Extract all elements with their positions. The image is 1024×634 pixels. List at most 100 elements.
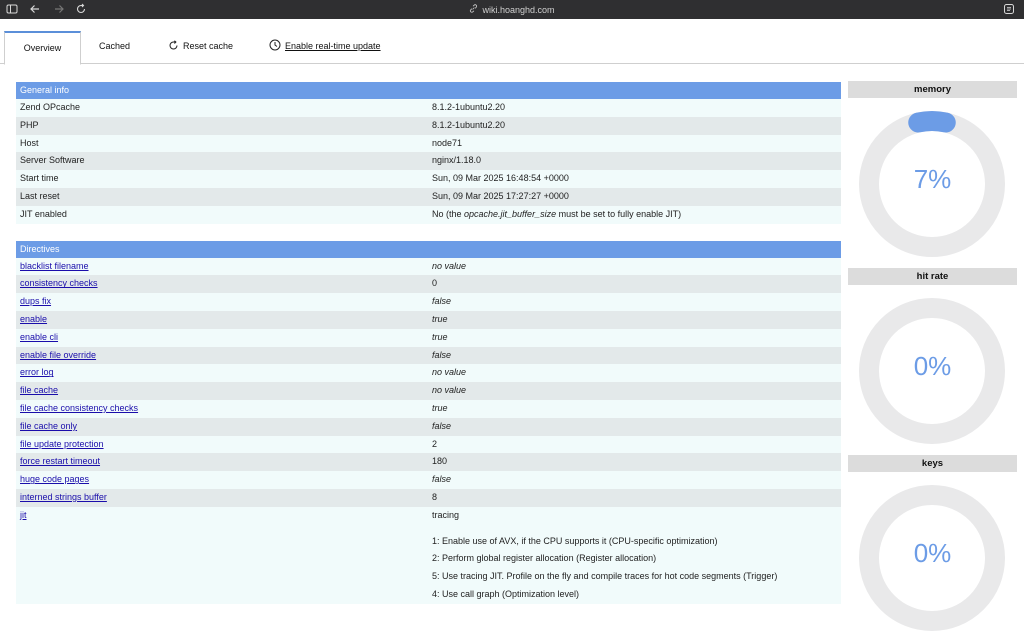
- directives-header: Directives: [16, 240, 841, 258]
- general-row-value: node71: [432, 137, 463, 148]
- reader-mode-icon[interactable]: [1003, 3, 1015, 15]
- tab-cached-label: Cached: [99, 41, 131, 51]
- reset-cache-button[interactable]: Reset cache: [168, 31, 233, 62]
- directive-value: tracing: [432, 509, 460, 520]
- directive-link[interactable]: file update protection: [20, 439, 104, 449]
- directives-rows: blacklist filename no value consistency ch…: [16, 257, 841, 525]
- directive-value: false: [432, 474, 452, 485]
- directive-row: consistency checks 0: [16, 275, 841, 294]
- directive-link[interactable]: file cache consistency checks: [20, 403, 138, 413]
- jit-enabled-suffix: must be set to fully enable JIT): [556, 208, 682, 219]
- directive-link[interactable]: enable file override: [20, 350, 96, 360]
- general-info-header: General info: [16, 82, 841, 99]
- directive-row: blacklist filename no value: [16, 257, 841, 276]
- tab-bar: Overview Cached Reset cache Enable real-…: [0, 19, 1024, 65]
- directive-value: false: [432, 420, 452, 431]
- general-row: JIT enabled No (the opcache.jit_buffer_si…: [16, 205, 841, 224]
- realtime-update-toggle[interactable]: Enable real-time update: [269, 31, 381, 62]
- tab-overview-label: Overview: [23, 43, 62, 53]
- general-row-value: nginx/1.18.0: [432, 155, 482, 166]
- directive-row: enable cli true: [16, 328, 841, 347]
- general-row-key: JIT enabled: [20, 208, 67, 219]
- directive-value: true: [432, 331, 448, 342]
- directive-row: file cache only false: [16, 417, 841, 436]
- jit-detail-line: 4: Use call graph (Optimization level): [432, 588, 580, 599]
- general-row-key: Server Software: [20, 155, 85, 166]
- general-row: Server Software nginx/1.18.0: [16, 152, 841, 171]
- directive-value: 2: [432, 438, 438, 449]
- general-row: Host node71: [16, 134, 841, 153]
- directive-value: true: [432, 313, 448, 324]
- directive-value: 0: [432, 278, 438, 289]
- general-info-rows: Zend OPcache 8.1.2-1ubuntu2.20 PHP 8.1.2-1u…: [16, 99, 841, 224]
- tab-cached[interactable]: Cached: [99, 31, 130, 62]
- directive-link[interactable]: jit: [20, 510, 27, 520]
- general-row: Last reset Sun, 09 Mar 2025 17:27:27 +000…: [16, 187, 841, 206]
- clock-icon: [269, 39, 281, 51]
- directive-link[interactable]: enable cli: [20, 332, 58, 342]
- keys-title: keys: [848, 455, 1017, 472]
- directive-row: error log no value: [16, 364, 841, 383]
- directive-row: dups fix false: [16, 293, 841, 311]
- general-row-value: 8.1.2-1ubuntu2.20: [432, 102, 506, 112]
- hit-rate-widget: hit rate 0%: [848, 268, 1017, 447]
- jit-buffer-setting: opcache.jit_buffer_size: [464, 208, 557, 219]
- keys-widget: keys 0%: [848, 455, 1017, 634]
- memory-widget: memory 7%: [848, 81, 1017, 260]
- directive-link[interactable]: dups fix: [20, 296, 51, 306]
- general-row-key: Start time: [20, 173, 59, 184]
- tab-overview[interactable]: Overview: [4, 31, 81, 65]
- address-bar[interactable]: wiki.hoanghd.com: [0, 4, 1024, 15]
- general-row: Start time Sun, 09 Mar 2025 16:48:54 +000…: [16, 170, 841, 188]
- directive-link[interactable]: error log: [20, 367, 54, 377]
- directive-value: false: [432, 296, 452, 307]
- realtime-update-label: Enable real-time update: [285, 41, 381, 51]
- hit-rate-title: hit rate: [848, 268, 1017, 285]
- link-icon: [470, 4, 478, 13]
- directive-link[interactable]: huge code pages: [20, 474, 89, 484]
- general-row-key: Host: [20, 137, 39, 148]
- directive-link[interactable]: interned strings buffer: [20, 492, 107, 502]
- general-row-key: PHP: [20, 119, 39, 130]
- directive-value: false: [432, 349, 452, 360]
- general-row-value: 8.1.2-1ubuntu2.20: [432, 119, 506, 130]
- url-text: wiki.hoanghd.com: [482, 5, 555, 15]
- directive-link[interactable]: file cache only: [20, 421, 77, 431]
- directive-value: 180: [432, 456, 448, 467]
- directive-link[interactable]: consistency checks: [20, 278, 98, 288]
- directive-link[interactable]: force restart timeout: [20, 456, 100, 466]
- directive-row: file cache consistency checks true: [16, 399, 841, 418]
- general-row: Zend OPcache 8.1.2-1ubuntu2.20: [16, 99, 841, 117]
- jit-detail-line: 2: Perform global register allocation (R…: [432, 553, 657, 564]
- general-row-value: Sun, 09 Mar 2025 16:48:54 +0000: [432, 173, 569, 184]
- directive-link[interactable]: blacklist filename: [20, 261, 89, 271]
- memory-title: memory: [848, 81, 1017, 98]
- jit-detail-line: 1: Enable use of AVX, if the CPU support…: [432, 535, 718, 546]
- general-row-value: Sun, 09 Mar 2025 17:27:27 +0000: [432, 190, 569, 201]
- general-row: PHP 8.1.2-1ubuntu2.20: [16, 116, 841, 135]
- directive-value: no value: [432, 385, 467, 396]
- keys-percent: 0%: [913, 538, 952, 568]
- directive-row: force restart timeout 180: [16, 453, 841, 472]
- general-row-key: Zend OPcache: [20, 102, 81, 112]
- directive-row: huge code pages false: [16, 471, 841, 489]
- directive-row: enable file override false: [16, 346, 841, 365]
- hit-rate-percent: 0%: [913, 351, 952, 381]
- directive-value: 8: [432, 491, 438, 502]
- gauge-fill: [908, 111, 956, 133]
- directive-link[interactable]: file cache: [20, 385, 58, 395]
- directive-value: true: [432, 402, 448, 413]
- browser-toolbar: wiki.hoanghd.com: [0, 0, 1024, 19]
- reset-icon: [169, 40, 178, 50]
- jit-enabled-prefix: No (the: [432, 208, 465, 219]
- directive-link[interactable]: enable: [20, 314, 47, 324]
- directive-row: enable true: [16, 310, 841, 329]
- general-row-value: No (the opcache.jit_buffer_size must be …: [432, 206, 841, 224]
- directive-value: no value: [432, 367, 467, 378]
- info-table: General info Zend OPcache 8.1.2-1ubuntu2.…: [16, 82, 841, 604]
- memory-percent: 7%: [913, 164, 952, 194]
- directive-value: no value: [432, 260, 467, 271]
- jit-details: 1: Enable use of AVX, if the CPU support…: [16, 524, 841, 604]
- directive-row: file update protection 2: [16, 435, 841, 454]
- jit-detail-line: 5: Use tracing JIT. Profile on the fly a…: [432, 571, 778, 582]
